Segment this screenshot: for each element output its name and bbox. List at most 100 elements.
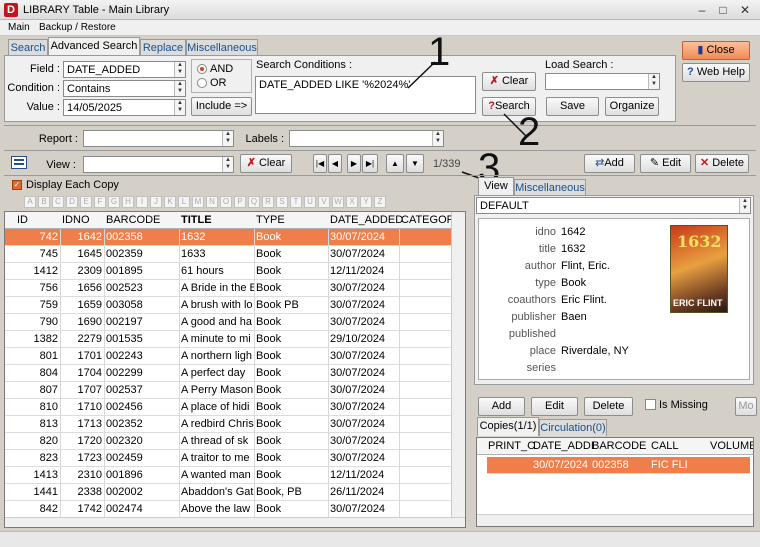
alpha-filter-s[interactable]: S xyxy=(276,196,288,208)
table-row[interactable]: 842 1742 002474 Above the law Book 30/07/2024 xyxy=(5,501,451,518)
right-tab-view[interactable]: View xyxy=(478,177,514,196)
col-barcode[interactable]: BARCODE xyxy=(106,214,160,226)
view-layout-select[interactable]: DEFAULT ▲ ▼ xyxy=(476,197,751,214)
col-date-addi[interactable]: DATE_ADDI xyxy=(533,440,594,452)
edit-record-button[interactable]: ✎ Edit xyxy=(640,154,691,173)
move-up-button[interactable]: ▲ xyxy=(386,154,404,173)
alpha-filter-y[interactable]: Y xyxy=(360,196,372,208)
alpha-filter-x[interactable]: X xyxy=(346,196,358,208)
alpha-filter-b[interactable]: B xyxy=(38,196,50,208)
table-row[interactable]: 820 1720 002320 A thread of sk Book 30/07/202… xyxy=(5,433,451,450)
field-select[interactable]: DATE_ADDED ▲ ▼ xyxy=(63,61,186,78)
table-row[interactable]: 1382 2279 001535 A minute to mi Book 29/10/20… xyxy=(5,331,451,348)
table-hscroll[interactable] xyxy=(5,517,465,527)
menu-backup-restore[interactable]: Backup / Restore xyxy=(39,22,116,33)
table-row[interactable]: 807 1707 002537 A Perry Mason Book 30/07/2024 xyxy=(5,382,451,399)
condition-select[interactable]: Contains ▲ ▼ xyxy=(63,80,186,97)
alpha-filter-p[interactable]: P xyxy=(234,196,246,208)
tab-copies[interactable]: Copies(1/1) xyxy=(477,417,539,436)
clear-view-button[interactable]: ✗ Clear xyxy=(240,154,292,173)
report-select[interactable]: ▲ ▼ xyxy=(83,130,234,147)
tab-replace[interactable]: Replace xyxy=(140,39,186,56)
load-search-select[interactable]: ▲ ▼ xyxy=(545,73,660,90)
menu-main[interactable]: Main xyxy=(8,22,30,33)
alpha-filter-o[interactable]: O xyxy=(220,196,232,208)
table-row[interactable]: 745 1645 002359 1633 Book 30/07/2024 xyxy=(5,246,451,263)
alpha-filter-c[interactable]: C xyxy=(52,196,64,208)
alpha-filter-q[interactable]: Q xyxy=(248,196,260,208)
col-date-added[interactable]: DATE_ADDED xyxy=(330,214,403,226)
table-row[interactable]: 804 1704 002299 A perfect day Book 30/07/2024 xyxy=(5,365,451,382)
maximize-button[interactable]: □ xyxy=(715,2,731,18)
alpha-filter-k[interactable]: K xyxy=(164,196,176,208)
tab-search[interactable]: Search xyxy=(8,39,48,56)
is-missing-checkbox[interactable] xyxy=(645,399,656,410)
include-button[interactable]: Include => xyxy=(191,97,252,116)
tab-circulation[interactable]: Circulation(0) xyxy=(539,419,607,436)
col-category[interactable]: CATEGOR xyxy=(401,214,455,226)
table-row[interactable]: 813 1713 002352 A redbird Chris Book 30/07/20… xyxy=(5,416,451,433)
alpha-filter-n[interactable]: N xyxy=(206,196,218,208)
alpha-filter-e[interactable]: E xyxy=(80,196,92,208)
table-row[interactable]: 1441 2338 002002 Abaddon's Gat Book, PB 26/11… xyxy=(5,484,451,501)
table-row[interactable]: 756 1656 002523 A Bride in the B Book 30/07/2… xyxy=(5,280,451,297)
or-radio[interactable] xyxy=(197,78,207,88)
delete-record-button[interactable]: ✕ Delete xyxy=(695,154,749,173)
alpha-filter-m[interactable]: M xyxy=(192,196,204,208)
alpha-filter-d[interactable]: D xyxy=(66,196,78,208)
table-vscroll[interactable] xyxy=(451,212,465,517)
table-row[interactable]: 759 1659 003058 A brush with lo Book PB 30/07… xyxy=(5,297,451,314)
alpha-filter-r[interactable]: R xyxy=(262,196,274,208)
view-select[interactable]: ▲ ▼ xyxy=(83,156,234,173)
labels-select[interactable]: ▲ ▼ xyxy=(289,130,444,147)
close-button[interactable]: ▮ Close xyxy=(682,41,750,60)
alpha-filter-u[interactable]: U xyxy=(304,196,316,208)
and-radio[interactable] xyxy=(197,64,207,74)
alpha-filter-g[interactable]: G xyxy=(108,196,120,208)
col-print-c[interactable]: PRINT_C xyxy=(488,440,535,452)
alpha-filter-i[interactable]: I xyxy=(136,196,148,208)
alpha-filter-z[interactable]: Z xyxy=(374,196,386,208)
col-id[interactable]: ID xyxy=(17,214,28,226)
col-volume[interactable]: VOLUME xyxy=(710,440,753,452)
prev-record-button[interactable]: ◀ xyxy=(328,154,342,173)
table-row[interactable]: 742 1642 002358 1632 Book 30/07/2024 xyxy=(5,229,451,246)
add-record-button[interactable]: ⇄Add xyxy=(584,154,635,173)
first-record-button[interactable]: |◀ xyxy=(313,154,327,173)
alpha-filter-t[interactable]: T xyxy=(290,196,302,208)
alpha-filter-h[interactable]: H xyxy=(122,196,134,208)
col-call[interactable]: CALL xyxy=(651,440,679,452)
alpha-filter-l[interactable]: L xyxy=(178,196,190,208)
organize-button[interactable]: Organize xyxy=(605,97,659,116)
move-down-button[interactable]: ▼ xyxy=(406,154,424,173)
table-row[interactable]: 790 1690 002197 A good and ha Book 30/07/2024 xyxy=(5,314,451,331)
search-conditions-box[interactable]: DATE_ADDED LIKE '%2024%' xyxy=(255,76,476,114)
table-row[interactable]: 801 1701 002243 A northern ligh Book 30/07/20… xyxy=(5,348,451,365)
alpha-filter-j[interactable]: J xyxy=(150,196,162,208)
display-each-copy-checkbox[interactable]: ✓ xyxy=(12,180,22,190)
web-help-button[interactable]: ? Web Help xyxy=(682,63,750,82)
alpha-filter-v[interactable]: V xyxy=(318,196,330,208)
minimize-button[interactable]: – xyxy=(694,2,710,18)
last-record-button[interactable]: ▶| xyxy=(362,154,378,173)
col-idno[interactable]: IDNO xyxy=(62,214,90,226)
copies-hscroll[interactable] xyxy=(477,514,753,526)
copy-row[interactable]: 30/07/2024 002358 FIC FLI xyxy=(487,457,750,474)
edit-copy-button[interactable]: Edit xyxy=(531,397,578,416)
col-title[interactable]: TITLE xyxy=(181,214,212,226)
save-search-button[interactable]: Save xyxy=(546,97,599,116)
value-input[interactable]: 14/05/2025 ▲ ▼ xyxy=(63,99,186,116)
table-row[interactable]: 1412 2309 001895 61 hours Book 12/11/2024 xyxy=(5,263,451,280)
col-copy-barcode[interactable]: BARCODE xyxy=(592,440,646,452)
more-button[interactable]: Mo xyxy=(735,397,757,416)
grid-view-icon[interactable] xyxy=(11,156,27,169)
close-window-button[interactable]: ✕ xyxy=(737,2,753,18)
alpha-filter-a[interactable]: A xyxy=(24,196,36,208)
alpha-filter-w[interactable]: W xyxy=(332,196,344,208)
next-record-button[interactable]: ▶ xyxy=(347,154,361,173)
col-type[interactable]: TYPE xyxy=(256,214,285,226)
table-row[interactable]: 810 1710 002456 A place of hidi Book 30/07/20… xyxy=(5,399,451,416)
tab-miscellaneous[interactable]: Miscellaneous xyxy=(186,39,258,56)
add-copy-button[interactable]: Add xyxy=(478,397,525,416)
table-row[interactable]: 823 1723 002459 A traitor to me Book 30/07/20… xyxy=(5,450,451,467)
